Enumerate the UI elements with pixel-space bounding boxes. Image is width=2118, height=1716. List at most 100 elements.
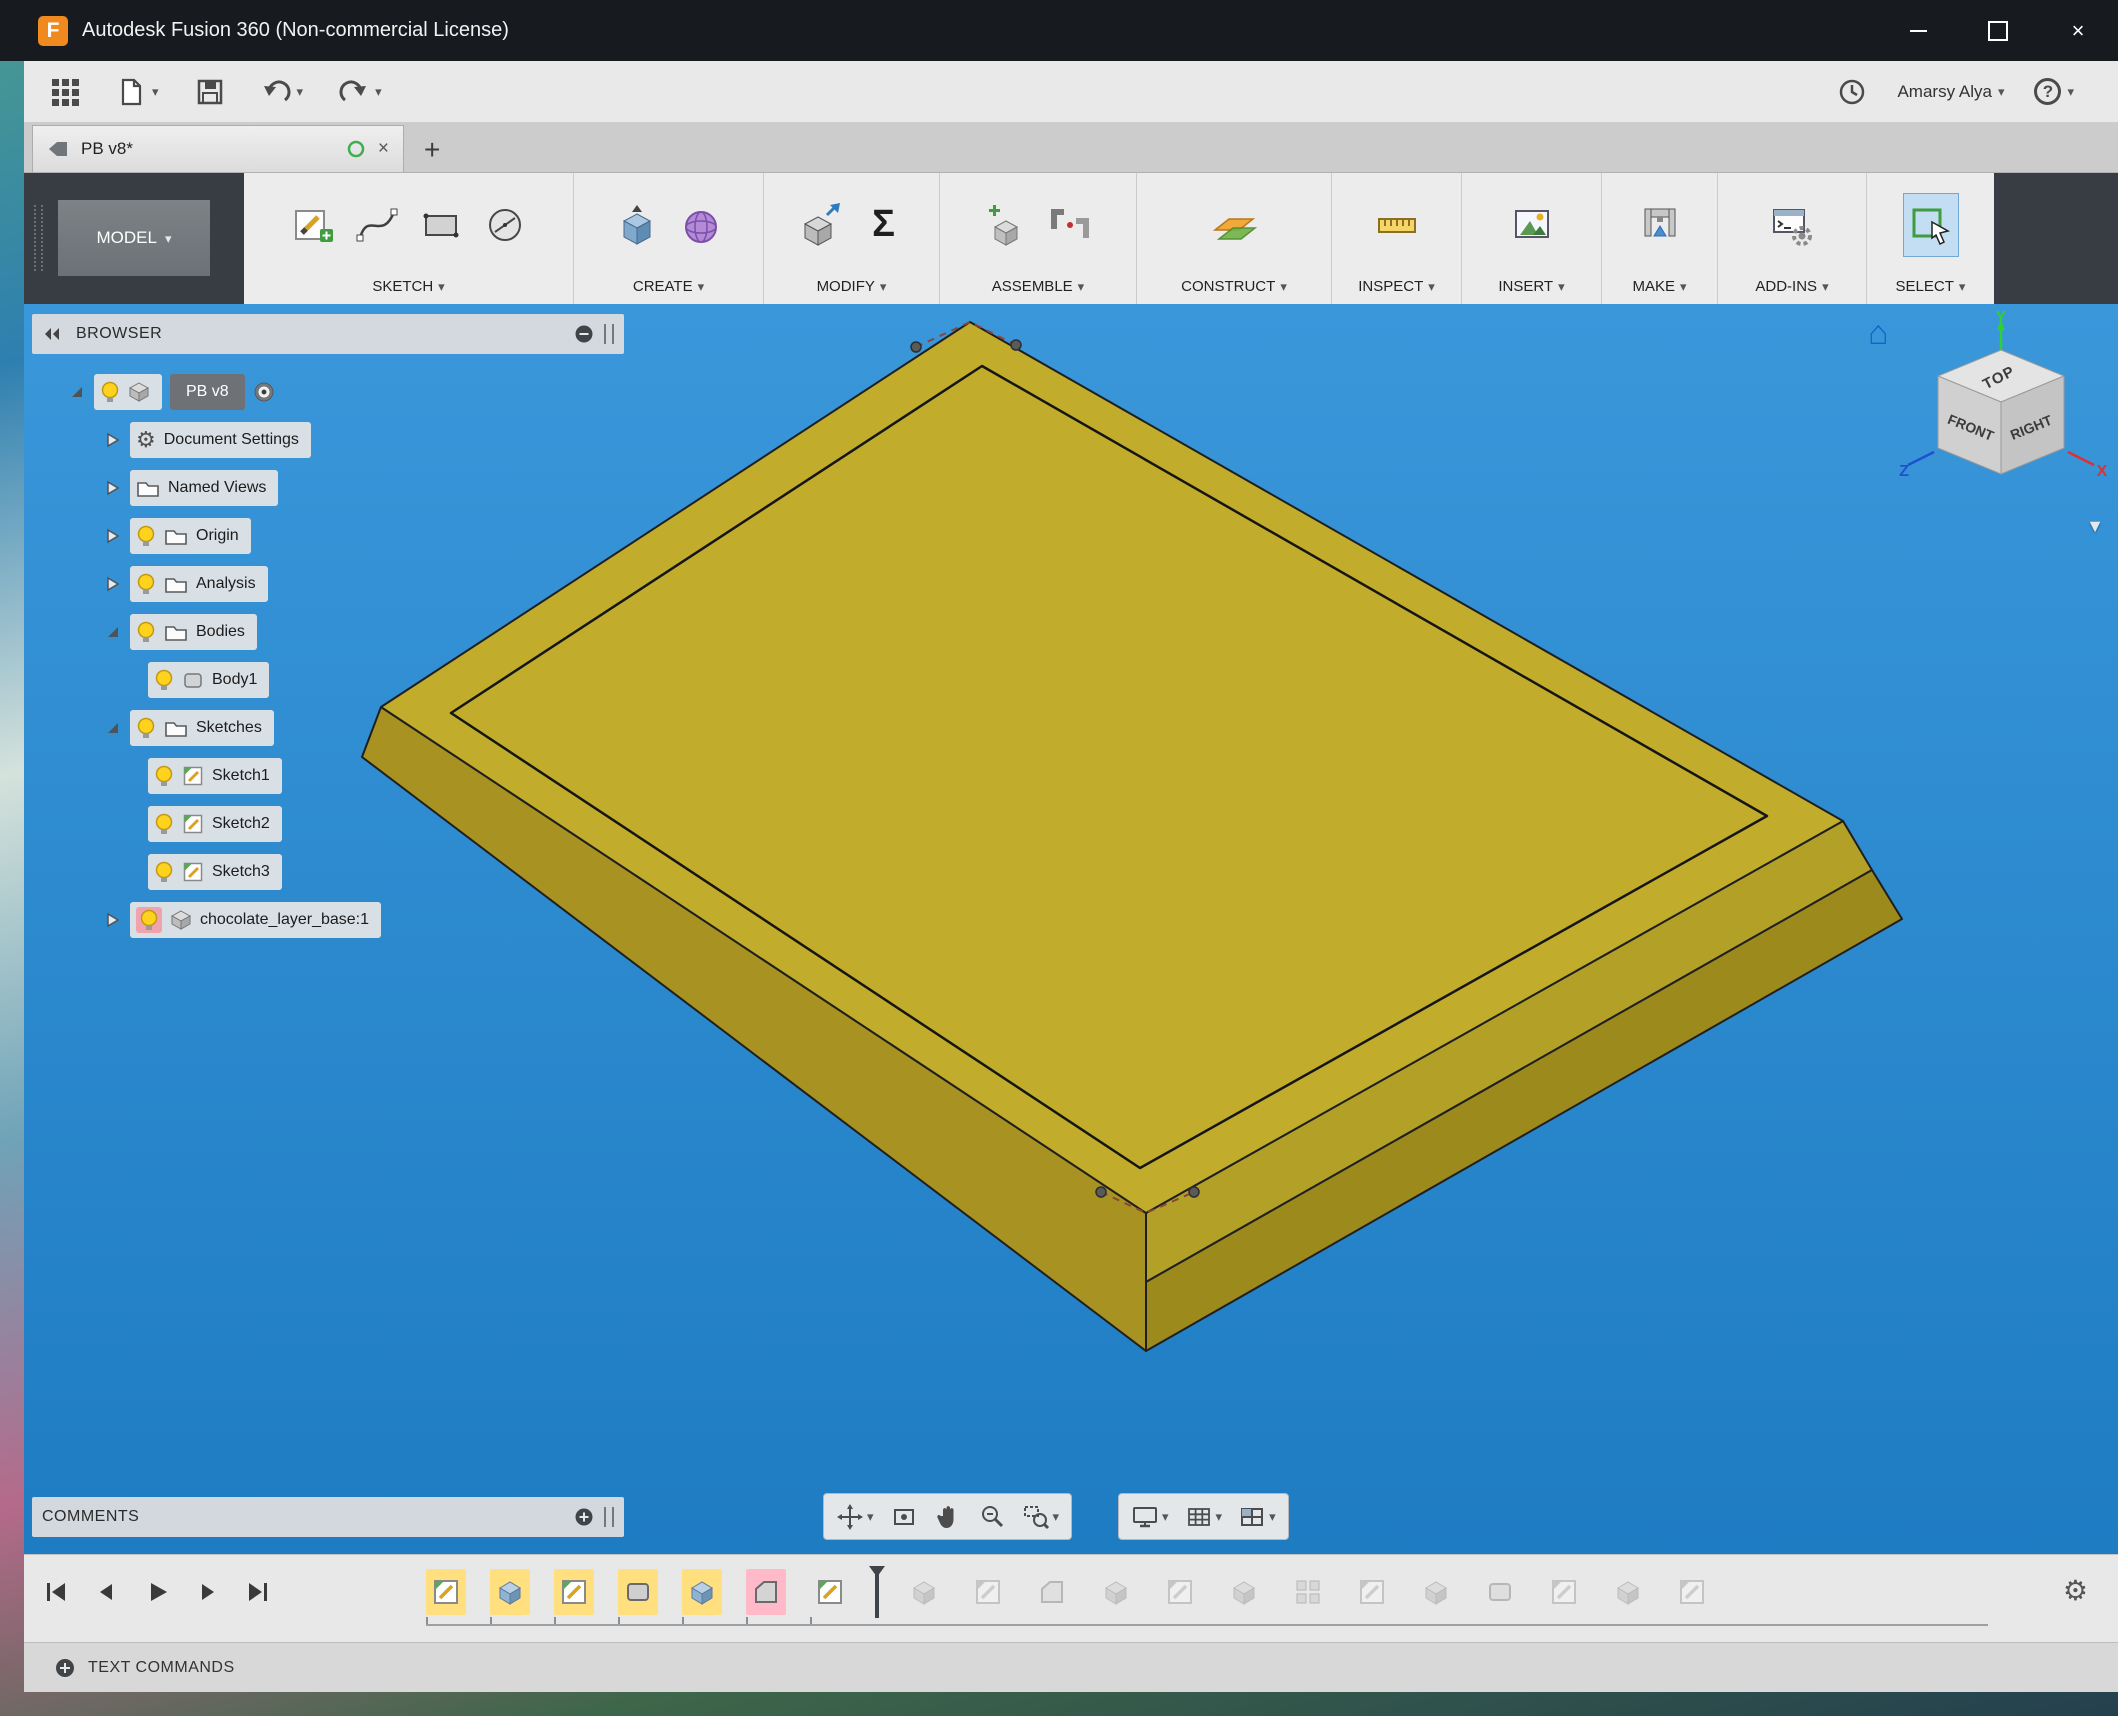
- text-commands-label[interactable]: TEXT COMMANDS: [88, 1659, 235, 1677]
- user-account-button[interactable]: Amarsy Alya ▾: [1897, 82, 2004, 102]
- visibility-bulb-icon[interactable]: [136, 573, 156, 595]
- expand-arrow-icon[interactable]: [68, 383, 86, 401]
- make-3d-print-button[interactable]: [1632, 193, 1688, 257]
- new-component-button[interactable]: [978, 193, 1034, 257]
- file-menu-button[interactable]: ▾: [116, 77, 159, 107]
- timeline-feature-sketch[interactable]: [1160, 1569, 1200, 1615]
- rectangle-tool-button[interactable]: [413, 193, 469, 257]
- sketch-point[interactable]: [910, 341, 922, 353]
- timeline-feature-sketch[interactable]: [1672, 1569, 1712, 1615]
- step-back-button[interactable]: [88, 1573, 126, 1611]
- timeline-feature-extrude[interactable]: [1608, 1569, 1648, 1615]
- timeline-feature-extrude[interactable]: [682, 1569, 722, 1615]
- tab-close-icon[interactable]: ×: [378, 138, 389, 160]
- go-to-start-button[interactable]: [38, 1573, 76, 1611]
- tree-label-root[interactable]: PB v8: [170, 374, 245, 410]
- expand-arrow-icon[interactable]: [104, 431, 122, 449]
- timeline-feature-extrude[interactable]: [1224, 1569, 1264, 1615]
- construct-group-label[interactable]: CONSTRUCT ▾: [1137, 268, 1331, 304]
- look-at-button[interactable]: [890, 1503, 918, 1531]
- timeline-feature-extrude[interactable]: [1416, 1569, 1456, 1615]
- tree-row-named-views[interactable]: Named Views: [104, 466, 381, 510]
- hide-panel-icon[interactable]: [574, 324, 594, 344]
- view-cube-menu-icon[interactable]: ▼: [2086, 516, 2104, 537]
- home-view-icon[interactable]: ⌂: [1868, 316, 1889, 350]
- zoom-button[interactable]: [978, 1503, 1006, 1531]
- hide-panel-icon[interactable]: [574, 1507, 594, 1527]
- model-top-face[interactable]: [380, 321, 1844, 1214]
- inspect-group-label[interactable]: INSPECT ▾: [1332, 268, 1461, 304]
- tree-row-sketches[interactable]: Sketches: [104, 706, 381, 750]
- assemble-group-label[interactable]: ASSEMBLE ▾: [940, 268, 1136, 304]
- undo-button[interactable]: ▾: [261, 77, 303, 107]
- play-button[interactable]: [138, 1573, 176, 1611]
- save-button[interactable]: [195, 77, 225, 107]
- workspace-selector[interactable]: MODEL ▾: [58, 200, 210, 276]
- timeline-feature-extrude[interactable]: [1096, 1569, 1136, 1615]
- text-commands-expand-icon[interactable]: [54, 1657, 76, 1679]
- form-button[interactable]: [673, 193, 729, 257]
- expand-arrow-icon[interactable]: [104, 575, 122, 593]
- tree-row-root-component[interactable]: PB v8: [68, 370, 381, 414]
- timeline-feature-box[interactable]: [618, 1569, 658, 1615]
- construct-plane-button[interactable]: [1206, 193, 1262, 257]
- step-forward-button[interactable]: [188, 1573, 226, 1611]
- panel-grip-handle[interactable]: [604, 324, 614, 344]
- sketch-point[interactable]: [1095, 1186, 1107, 1198]
- view-cube[interactable]: ⌂ Y X Z TOP FRONT RIGHT ▼: [1864, 308, 2114, 543]
- addins-group-label[interactable]: ADD-INS ▾: [1718, 268, 1866, 304]
- press-pull-button[interactable]: [792, 193, 848, 257]
- timeline-feature-sketch[interactable]: [810, 1569, 850, 1615]
- display-settings-button[interactable]: ▾: [1131, 1503, 1169, 1531]
- visibility-bulb-icon[interactable]: [154, 861, 174, 883]
- timeline-feature-chamfer[interactable]: [1032, 1569, 1072, 1615]
- new-tab-button[interactable]: +: [424, 134, 440, 166]
- timeline-feature-sketch[interactable]: [426, 1569, 466, 1615]
- browser-panel-header[interactable]: BROWSER: [32, 314, 624, 354]
- change-parameters-button[interactable]: Σ: [856, 193, 912, 257]
- help-button[interactable]: ? ▾: [2034, 78, 2074, 105]
- select-group-label[interactable]: SELECT ▾: [1867, 268, 1994, 304]
- grid-snap-button[interactable]: ▾: [1185, 1503, 1222, 1531]
- maximize-button[interactable]: [1958, 0, 2038, 61]
- visibility-bulb-icon[interactable]: [154, 765, 174, 787]
- redo-button[interactable]: ▾: [339, 77, 382, 107]
- tree-row-bodies[interactable]: Bodies: [104, 610, 381, 654]
- timeline-feature-extrude[interactable]: [904, 1569, 944, 1615]
- app-grid-button[interactable]: [50, 77, 80, 107]
- ribbon-grip-handle[interactable]: [34, 205, 43, 271]
- timeline-feature-box[interactable]: [1480, 1569, 1520, 1615]
- viewports-button[interactable]: ▾: [1238, 1503, 1276, 1531]
- timeline-feature-sketch[interactable]: [1352, 1569, 1392, 1615]
- tree-row-chocolate-layer-base[interactable]: chocolate_layer_base:1: [104, 898, 382, 942]
- panel-grip-handle[interactable]: [604, 1507, 614, 1527]
- visibility-bulb-icon[interactable]: [154, 813, 174, 835]
- orbit-button[interactable]: ▾: [836, 1503, 874, 1531]
- tree-row-body1[interactable]: Body1: [148, 658, 381, 702]
- tree-row-document-settings[interactable]: ⚙ Document Settings: [104, 418, 381, 462]
- make-group-label[interactable]: MAKE ▾: [1602, 268, 1717, 304]
- visibility-bulb-icon[interactable]: [136, 717, 156, 739]
- tree-row-sketch2[interactable]: Sketch2: [148, 802, 381, 846]
- collapse-panel-icon[interactable]: [42, 325, 64, 343]
- tree-row-sketch1[interactable]: Sketch1: [148, 754, 381, 798]
- insert-group-label[interactable]: INSERT ▾: [1462, 268, 1601, 304]
- expand-arrow-icon[interactable]: [104, 719, 122, 737]
- scripts-addins-button[interactable]: [1764, 193, 1820, 257]
- expand-arrow-icon[interactable]: [104, 479, 122, 497]
- tree-row-origin[interactable]: Origin: [104, 514, 381, 558]
- go-to-end-button[interactable]: [238, 1573, 276, 1611]
- insert-canvas-button[interactable]: [1504, 193, 1560, 257]
- tree-row-analysis[interactable]: Analysis: [104, 562, 381, 606]
- sketch-point[interactable]: [1010, 339, 1022, 351]
- visibility-bulb-icon[interactable]: [136, 621, 156, 643]
- extrude-button[interactable]: [609, 193, 665, 257]
- pan-button[interactable]: [934, 1503, 962, 1531]
- circle-tool-button[interactable]: [477, 193, 533, 257]
- timeline-feature-sketch[interactable]: [968, 1569, 1008, 1615]
- create-group-label[interactable]: CREATE ▾: [574, 268, 763, 304]
- timeline-track[interactable]: [426, 1624, 1988, 1626]
- close-button[interactable]: ×: [2038, 0, 2118, 61]
- viewport-canvas[interactable]: ⌂ Y X Z TOP FRONT RIGHT ▼ BROWSER PB v8 …: [24, 304, 2118, 1554]
- timeline-feature-sketch[interactable]: [554, 1569, 594, 1615]
